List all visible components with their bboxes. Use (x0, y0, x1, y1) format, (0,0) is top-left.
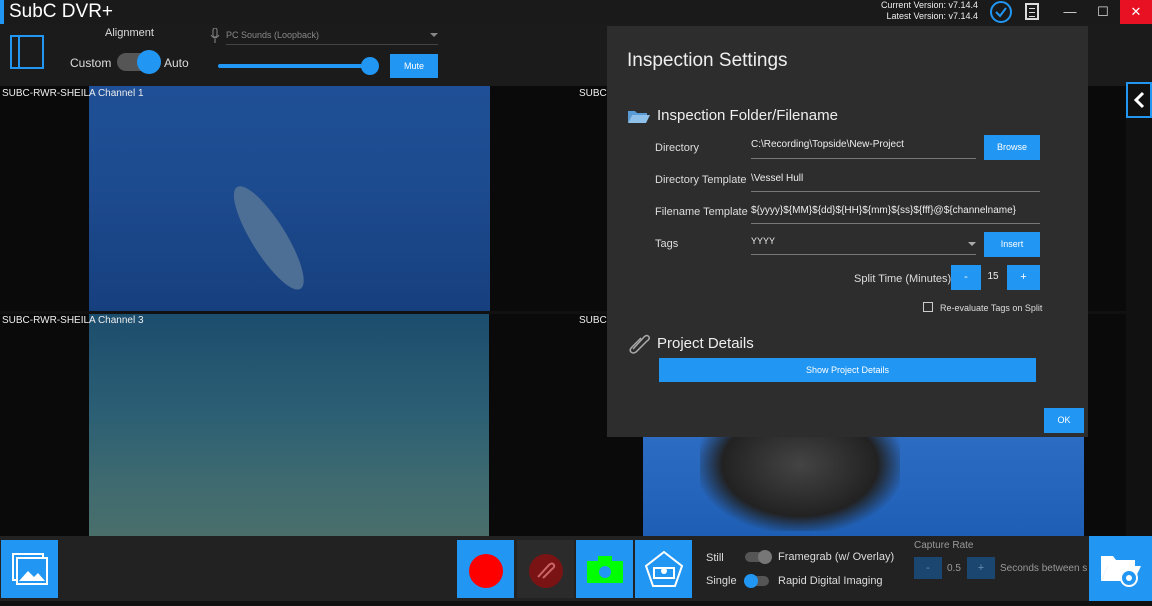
capture-rate-decrement[interactable]: - (914, 557, 942, 579)
volume-slider[interactable] (218, 64, 370, 68)
app-title: SubC DVR+ (9, 1, 114, 22)
gallery-button[interactable] (1, 540, 58, 598)
layout-icon[interactable] (10, 35, 44, 69)
audio-source-select[interactable]: PC Sounds (Loopback) (226, 27, 438, 45)
clip-button[interactable] (517, 540, 574, 598)
latest-version: Latest Version: v7.14.4 (886, 11, 978, 21)
snapshot-button[interactable] (576, 540, 633, 598)
version-info: Current Version: v7.14.4 Latest Version:… (881, 0, 978, 22)
app-accent (0, 0, 4, 24)
split-time-label: Split Time (Minutes) (854, 273, 952, 285)
single-label: Single (706, 575, 737, 587)
manual-icon[interactable] (1025, 3, 1039, 20)
chevron-down-icon (968, 242, 976, 246)
subsea-structure-shape (700, 436, 900, 531)
volume-slider-handle[interactable] (361, 57, 379, 75)
mute-button[interactable]: Mute (390, 54, 438, 78)
reevaluate-checkbox[interactable] (923, 302, 933, 312)
insert-button[interactable]: Insert (984, 232, 1040, 257)
dialog-title: Inspection Settings (627, 50, 788, 71)
filename-template-label: Filename Template (655, 206, 748, 218)
channel-2-label: SUBC- (579, 88, 611, 99)
capture-rate-increment[interactable]: + (967, 557, 995, 579)
directory-template-field[interactable]: \Vessel Hull (751, 173, 1040, 192)
check-update-icon[interactable] (990, 1, 1012, 23)
folder-section-title: Inspection Folder/Filename (657, 107, 838, 124)
close-button[interactable]: ✕ (1120, 0, 1152, 24)
overlay-camera-icon (644, 550, 684, 587)
camera-icon (587, 556, 623, 583)
capture-rate-label: Capture Rate (914, 540, 974, 551)
gallery-icon (12, 553, 48, 585)
split-decrement-button[interactable]: - (951, 265, 981, 290)
folder-open-icon (627, 108, 651, 124)
side-panel-toggle[interactable] (1126, 82, 1152, 118)
reevaluate-label: Re-evaluate Tags on Split (940, 303, 1043, 313)
channel-4-label: SUBC- (579, 315, 611, 326)
browse-button[interactable]: Browse (984, 135, 1040, 160)
capture-rate-value[interactable]: 0.5 (947, 563, 961, 574)
minimize-button[interactable]: — (1053, 0, 1087, 24)
still-label: Still (706, 552, 724, 564)
directory-template-label: Directory Template (655, 174, 747, 186)
record-button[interactable] (457, 540, 514, 598)
tags-select[interactable]: YYYY (751, 236, 976, 255)
channel-3-label: SUBC-RWR-SHEILA Channel 3 (2, 315, 144, 326)
chevron-down-icon (430, 33, 438, 37)
video-feed-3[interactable] (89, 314, 489, 536)
split-increment-button[interactable]: + (1007, 265, 1040, 290)
auto-label: Auto (164, 56, 189, 70)
tags-label: Tags (655, 238, 679, 250)
record-icon (469, 554, 503, 588)
custom-label: Custom (70, 56, 112, 70)
alignment-label: Alignment (105, 27, 154, 39)
show-project-details-button[interactable]: Show Project Details (659, 358, 1036, 382)
rapid-imaging-label: Rapid Digital Imaging (778, 575, 883, 587)
filename-template-field[interactable]: ${yyyy}${MM}${dd}${HH}${mm}${ss}${fff}@$… (751, 205, 1040, 224)
chevron-left-icon (1133, 91, 1145, 109)
framegrab-label: Framegrab (w/ Overlay) (778, 551, 895, 563)
ok-button[interactable]: OK (1044, 408, 1084, 433)
maximize-button[interactable]: ☐ (1086, 0, 1120, 24)
directory-label: Directory (655, 142, 700, 154)
clip-icon (529, 554, 563, 588)
paperclip-icon (627, 331, 651, 355)
channel-1-label: SUBC-RWR-SHEILA Channel 1 (2, 88, 144, 99)
directory-field[interactable]: C:\Recording\Topside\New-Project (751, 139, 976, 159)
folder-settings-icon (1101, 556, 1141, 587)
title-bar (0, 0, 1152, 24)
inspection-settings-button[interactable] (1089, 536, 1152, 601)
framegrab-toggle-knob[interactable] (758, 550, 772, 564)
project-section-title: Project Details (657, 335, 754, 352)
current-version: Current Version: v7.14.4 (880, 0, 978, 10)
rapid-imaging-toggle-knob[interactable] (744, 574, 758, 588)
seconds-between-label: Seconds between s (1000, 563, 1088, 574)
alignment-toggle-knob[interactable] (137, 50, 161, 74)
split-time-value[interactable]: 15 (983, 271, 1003, 282)
overlay-snapshot-button[interactable] (635, 540, 692, 598)
microphone-icon (210, 27, 220, 44)
